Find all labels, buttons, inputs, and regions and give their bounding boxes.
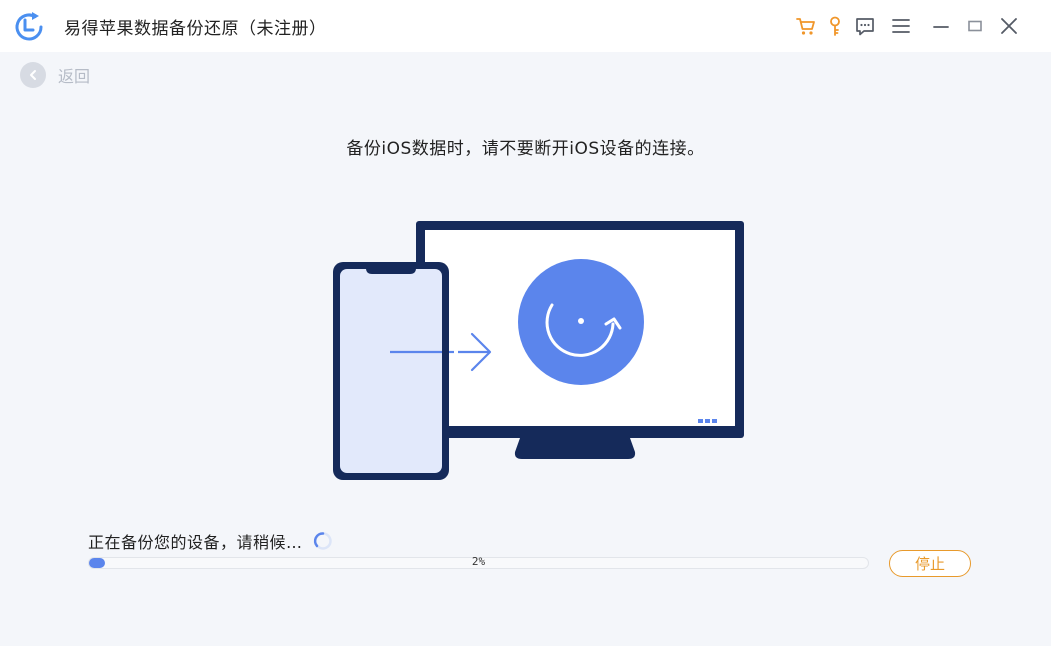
back-button[interactable]: 返回	[20, 62, 90, 88]
maximize-icon[interactable]	[963, 14, 987, 38]
instruction-text: 备份iOS数据时，请不要断开iOS设备的连接。	[346, 139, 705, 159]
close-icon[interactable]	[997, 14, 1021, 38]
chevron-left-icon	[20, 62, 46, 88]
progress-bar: 2%	[88, 555, 869, 569]
sync-icon	[518, 259, 644, 385]
status-text: 正在备份您的设备，请稍候…	[88, 533, 303, 552]
progress-label: 2%	[471, 555, 486, 568]
feedback-icon[interactable]	[853, 14, 877, 38]
minimize-icon[interactable]	[929, 14, 953, 38]
backup-illustration	[333, 221, 744, 480]
app-title: 易得苹果数据备份还原（未注册）	[64, 19, 327, 39]
app-window: 易得苹果数据备份还原（未注册） 返回 备份iOS数据时，请不要断开iOS设备的连…	[0, 0, 1051, 646]
back-label: 返回	[58, 67, 91, 86]
title-bar: 易得苹果数据备份还原（未注册）	[0, 0, 1051, 52]
phone-illustration	[333, 262, 449, 480]
app-logo-icon	[15, 12, 43, 41]
cart-icon[interactable]	[794, 14, 818, 38]
menu-icon[interactable]	[889, 14, 913, 38]
stop-button[interactable]: 停止	[889, 550, 971, 577]
loading-spinner-icon	[313, 532, 332, 550]
status-row: 正在备份您的设备，请稍候…	[88, 529, 333, 553]
key-icon[interactable]	[823, 14, 847, 38]
